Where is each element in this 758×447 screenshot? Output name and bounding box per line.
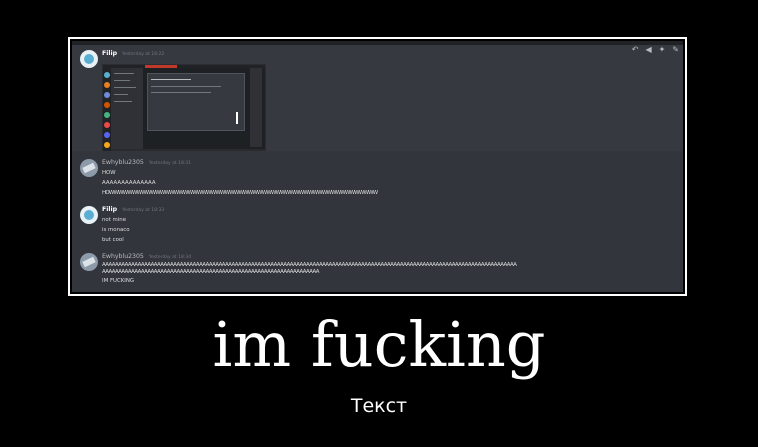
modal-row [151,86,221,87]
server-icon [104,82,110,88]
attachment-member-list [250,68,262,147]
channel-row [114,87,136,88]
message-header: Ewhyblu2305 Yesterday at 18:34 [102,253,516,262]
message-header: Filip Yesterday at 18:22 [102,50,164,59]
message-author[interactable]: Ewhyblu2305 [102,253,144,260]
channel-row [114,94,128,95]
share-icon[interactable]: ◀ [645,46,651,54]
avatar[interactable] [80,253,98,271]
discord-title-bar [72,41,683,45]
edit-icon[interactable]: ✎ [672,46,679,54]
server-icon [104,112,110,118]
message-line: HOWWWWWWWWWWWWWWWWWWWWWWWWWWWWWWWWWWWWWW… [102,190,378,196]
server-icon [104,132,110,138]
avatar[interactable] [80,206,98,224]
message-line: IM FUCKING [102,278,135,284]
attachment-server-list [103,68,111,157]
channel-row [114,80,130,81]
message-author[interactable]: Ewhyblu2305 [102,159,144,166]
message-line: not mine [102,217,127,223]
message-header: Filip Yesterday at 18:33 [102,206,164,215]
message-author[interactable]: Filip [102,50,117,57]
message-timestamp: Yesterday at 18:34 [148,255,192,260]
server-icon [104,142,110,148]
pin-icon[interactable]: ✦ [659,46,666,54]
modal-scrollbar [236,112,238,124]
avatar[interactable] [80,159,98,177]
message-line: AAAAAAAAAAAAAAAAAAAAAAAAAAAAAAAAAAAAAAAA… [102,269,319,275]
message-timestamp: Yesterday at 18:33 [122,208,165,213]
server-icon [104,102,110,108]
image-attachment[interactable] [102,64,266,158]
message-line: AAAAAAAAAAAAAA [102,180,156,186]
reply-icon[interactable]: ↶ [632,46,639,54]
server-icon [104,72,110,78]
modal-title [151,79,191,80]
message-line: is monaco [102,227,130,233]
message-hover-toolbar: ↶ ◀ ✦ ✎ [632,46,679,54]
message-line: AAAAAAAAAAAAAAAAAAAAAAAAAAAAAAAAAAAAAAAA… [102,262,517,268]
message-timestamp: Yesterday at 18:31 [148,161,192,166]
server-icon [104,92,110,98]
message-author[interactable]: Filip [102,206,117,213]
attachment-channel-list [111,68,143,157]
message-timestamp: Yesterday at 18:22 [122,52,165,57]
server-icon [104,122,110,128]
message-line: but cool [102,237,124,243]
channel-row [114,73,134,74]
modal-row [151,92,211,93]
message-line: HOW [102,170,116,176]
demotivator-subtitle: Текст [350,395,408,417]
message-header: Ewhyblu2305 Yesterday at 18:31 [102,159,377,168]
discord-chat-screenshot: ↶ ◀ ✦ ✎ Filip Yesterday at 18:22 Ewhyblu… [72,41,683,292]
demotivator-caption: im fucking [212,308,546,381]
attachment-modal [147,73,245,131]
demotivator-frame: ↶ ◀ ✦ ✎ Filip Yesterday at 18:22 Ewhyblu… [68,37,687,296]
channel-row [114,101,132,102]
avatar[interactable] [80,50,98,68]
